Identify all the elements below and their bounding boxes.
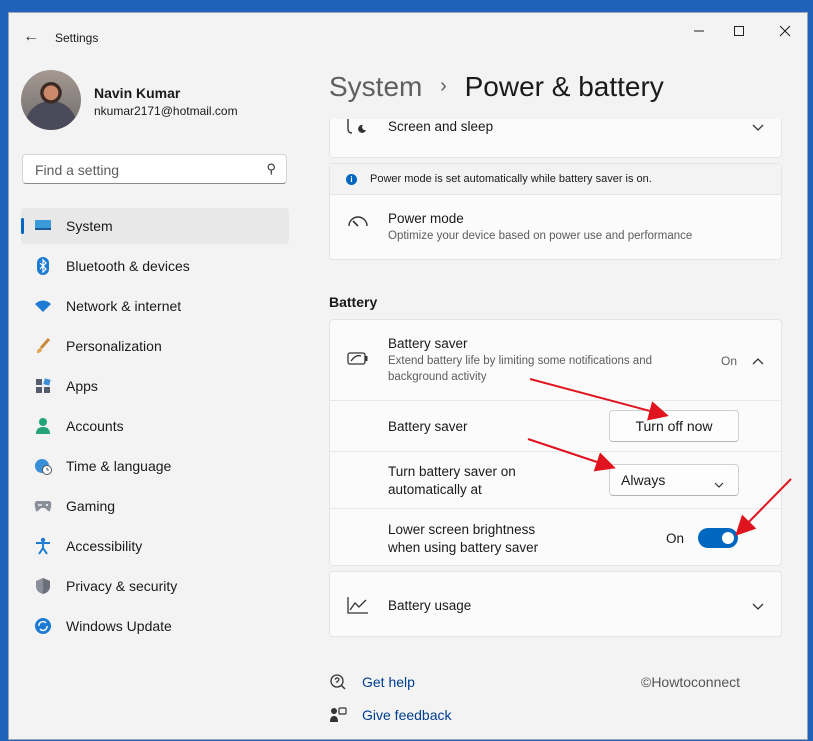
battery-usage-card[interactable]: Battery usage	[329, 571, 782, 637]
battery-saver-card: Battery saver Extend battery life by lim…	[329, 319, 782, 566]
battery-section-label: Battery	[329, 294, 378, 310]
system-icon	[33, 216, 53, 236]
sidebar-item-label: Gaming	[66, 498, 116, 514]
auto-on-dropdown[interactable]: Always	[609, 464, 739, 496]
breadcrumb-parent[interactable]: System	[329, 71, 422, 102]
brush-icon	[33, 336, 53, 356]
divider	[330, 508, 781, 509]
sidebar-item-label: Accessibility	[66, 538, 143, 554]
breadcrumb-separator: ›	[440, 75, 447, 97]
sidebar-item-label: Network & internet	[66, 298, 182, 314]
divider	[330, 451, 781, 452]
battery-saver-description-1: Extend battery life by limiting some not…	[388, 355, 652, 367]
battery-saver-status: On	[721, 354, 738, 368]
screen-sleep-card[interactable]: Screen and sleep	[329, 119, 782, 158]
power-mode-title: Power mode	[388, 211, 464, 226]
divider	[330, 400, 781, 401]
toggle-knob	[722, 532, 734, 544]
chevron-up-icon[interactable]	[752, 354, 764, 368]
sidebar-item-accounts[interactable]: Accounts	[21, 408, 289, 444]
line-chart-icon	[347, 596, 369, 619]
user-email: nkumar2171@hotmail.com	[94, 104, 238, 118]
sidebar-item-network[interactable]: Network & internet	[21, 288, 289, 324]
breadcrumb: System › Power & battery	[329, 71, 664, 103]
battery-saver-description-2: background activity	[388, 371, 487, 383]
shield-icon	[33, 576, 53, 596]
search-icon[interactable]: ⚲	[266, 161, 276, 177]
close-button[interactable]	[765, 17, 805, 45]
chevron-down-icon	[714, 476, 724, 492]
back-arrow-icon[interactable]: ←	[21, 27, 41, 47]
battery-saver-title: Battery saver	[388, 336, 468, 351]
user-name: Navin Kumar	[94, 85, 181, 101]
auto-on-label-1: Turn battery saver on	[388, 464, 516, 479]
power-mode-card: i Power mode is set automatically while …	[329, 163, 782, 260]
sidebar-item-privacy[interactable]: Privacy & security	[21, 568, 289, 604]
sidebar-item-gaming[interactable]: Gaming	[21, 488, 289, 524]
sidebar-item-bluetooth[interactable]: Bluetooth & devices	[21, 248, 289, 284]
give-feedback-link[interactable]: Give feedback	[362, 707, 452, 723]
brightness-toggle[interactable]	[698, 528, 738, 548]
feedback-icon	[329, 706, 347, 729]
speedometer-icon	[347, 214, 369, 235]
maximize-button[interactable]	[719, 17, 759, 45]
sidebar-item-label: System	[66, 218, 113, 234]
close-icon	[779, 25, 791, 37]
accessibility-icon	[33, 536, 53, 556]
auto-on-dropdown-value: Always	[621, 472, 666, 488]
sidebar-item-accessibility[interactable]: Accessibility	[21, 528, 289, 564]
help-icon	[329, 673, 347, 696]
sidebar-item-label: Accounts	[66, 418, 124, 434]
sidebar-item-label: Apps	[66, 378, 98, 394]
maximize-icon	[734, 26, 744, 36]
search-input[interactable]	[33, 161, 257, 179]
settings-window: ← Settings Navin Kumar nkumar2171@hotmai…	[8, 12, 808, 740]
page-title: Power & battery	[464, 71, 664, 102]
get-help-link[interactable]: Get help	[362, 674, 415, 690]
sidebar-item-label: Bluetooth & devices	[66, 258, 190, 274]
sidebar-item-apps[interactable]: Apps	[21, 368, 289, 404]
brightness-status: On	[666, 531, 685, 546]
watermark: ©Howtoconnect	[641, 674, 741, 690]
sidebar-item-label: Time & language	[66, 458, 172, 474]
battery-saver-icon	[347, 352, 369, 371]
power-mode-info-text: Power mode is set automatically while ba…	[370, 173, 652, 185]
info-icon: i	[346, 174, 357, 185]
sidebar-item-windows-update[interactable]: Windows Update	[21, 608, 289, 644]
monitor-sleep-icon	[347, 119, 367, 140]
brightness-label-1: Lower screen brightness	[388, 522, 536, 537]
power-mode-info-bar: i Power mode is set automatically while …	[330, 164, 781, 195]
battery-usage-title: Battery usage	[388, 598, 472, 613]
chevron-down-icon[interactable]	[752, 121, 764, 135]
wifi-icon	[33, 296, 53, 316]
globe-clock-icon	[33, 456, 53, 476]
chevron-down-icon[interactable]	[752, 600, 764, 614]
apps-icon	[33, 376, 53, 396]
sidebar-item-system[interactable]: System	[21, 208, 289, 244]
person-icon	[33, 416, 53, 436]
battery-saver-row-label: Battery saver	[388, 419, 468, 434]
sidebar-item-personalization[interactable]: Personalization	[21, 328, 289, 364]
minimize-button[interactable]	[679, 17, 719, 45]
avatar[interactable]	[21, 70, 81, 130]
update-icon	[33, 616, 53, 636]
brightness-label-2: when using battery saver	[388, 540, 539, 555]
turn-off-now-button[interactable]: Turn off now	[609, 410, 739, 442]
sidebar-item-label: Personalization	[66, 338, 162, 354]
auto-on-label-2: automatically at	[388, 482, 482, 497]
search-box[interactable]: ⚲	[22, 154, 287, 184]
screen-sleep-title: Screen and sleep	[388, 119, 494, 134]
minimize-icon	[694, 30, 704, 32]
window-title: Settings	[55, 31, 99, 45]
bluetooth-icon	[33, 256, 53, 276]
sidebar-item-time-language[interactable]: Time & language	[21, 448, 289, 484]
sidebar-item-label: Windows Update	[66, 618, 172, 634]
power-mode-description: Optimize your device based on power use …	[388, 230, 693, 242]
controller-icon	[33, 496, 53, 516]
sidebar-item-label: Privacy & security	[66, 578, 178, 594]
